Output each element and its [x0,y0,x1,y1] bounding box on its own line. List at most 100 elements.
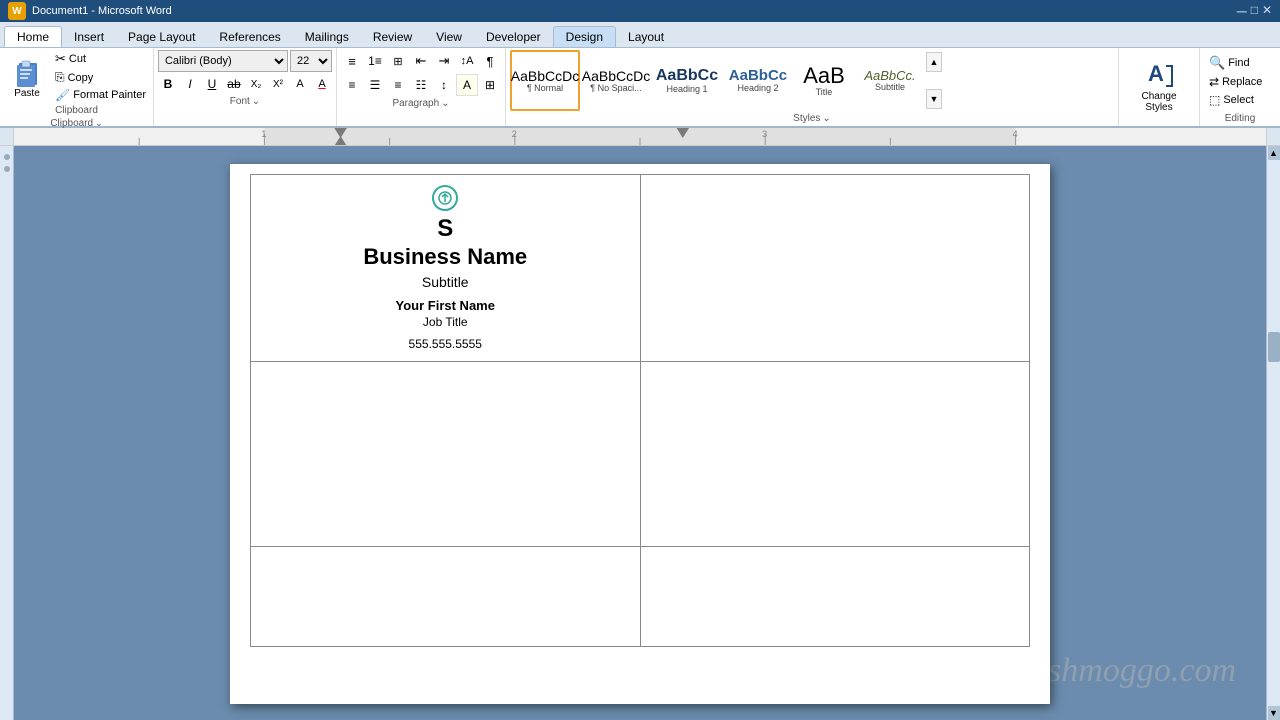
replace-label: Replace [1222,76,1262,88]
find-label: Find [1228,57,1249,69]
subscript-button[interactable]: X₂ [246,74,266,94]
style-title[interactable]: AaB Title [794,50,854,111]
decrease-indent-button[interactable]: ⇤ [410,50,432,72]
tab-developer[interactable]: Developer [474,27,553,47]
font-section-label: Font [230,96,250,107]
borders-button[interactable]: ⊞ [479,74,501,96]
font-expand-icon[interactable]: ⌄ [252,96,260,107]
card-phone: 555.555.5555 [409,337,482,351]
change-styles-button[interactable]: A Change Styles [1127,59,1191,115]
tab-insert[interactable]: Insert [62,27,116,47]
tab-mailings[interactable]: Mailings [293,27,361,47]
format-painter-button[interactable]: 🖌 Format Painter [52,87,149,103]
left-sidebar [0,146,14,720]
cut-button[interactable]: ✂ Cut [52,50,149,68]
bullets-button[interactable]: ≡ [341,50,363,72]
styles-scroll-up[interactable]: ▲ [926,52,942,72]
style-heading1[interactable]: AaBbCc Heading 1 [652,50,722,111]
show-para-button[interactable]: ¶ [479,50,501,72]
card-grid: S Business Name Subtitle Your First Name… [250,174,1030,647]
italic-button[interactable]: I [180,74,200,94]
shading-button[interactable]: A [456,74,478,96]
style-no-spacing-label: ¶ No Spaci... [590,83,641,93]
card-bot-right[interactable] [640,546,1030,646]
style-subtitle[interactable]: AaBbCc. Subtitle [855,50,925,111]
style-heading1-label: Heading 1 [666,84,707,94]
tab-view[interactable]: View [424,27,474,47]
ruler: 1 2 3 4 [14,128,1266,145]
superscript-button[interactable]: X² [268,74,288,94]
paragraph-expand-icon[interactable]: ⌄ [441,98,449,109]
select-label: Select [1223,94,1254,106]
style-heading1-preview: AaBbCc [656,68,718,84]
style-subtitle-label: Subtitle [875,82,905,92]
numbering-button[interactable]: 1≡ [364,50,386,72]
sort-button[interactable]: ↕A [456,50,478,72]
style-subtitle-preview: AaBbCc. [864,69,915,82]
tab-references[interactable]: References [207,27,292,47]
replace-button[interactable]: ⇄ Replace [1206,74,1274,90]
font-size-select[interactable]: 22 [290,50,332,72]
style-heading2-preview: AaBbCc [729,68,787,83]
copy-button[interactable]: ⎘ Copy [52,69,149,86]
tab-page-layout[interactable]: Page Layout [116,27,207,47]
card-mid-right[interactable] [640,361,1030,546]
font-family-select[interactable]: Calibri (Body) [158,50,288,72]
find-button[interactable]: 🔍 Find [1206,54,1274,72]
tab-layout[interactable]: Layout [616,27,676,47]
card-logo-circle [432,185,458,211]
card-top-right[interactable] [640,175,1030,362]
tab-review[interactable]: Review [361,27,424,47]
style-title-preview: AaB [803,65,845,87]
card-mid-left[interactable] [251,361,641,546]
multilevel-button[interactable]: ⊞ [387,50,409,72]
svg-text:A: A [1148,61,1164,86]
style-title-label: Title [816,87,833,97]
style-no-spacing[interactable]: AaBbCcDc ¶ No Spaci... [581,50,651,111]
styles-section-label: Styles [793,113,820,124]
paste-label: Paste [14,88,40,99]
card-top-left[interactable]: S Business Name Subtitle Your First Name… [251,175,641,362]
line-spacing-button[interactable]: ↕ [433,74,455,96]
align-left-button[interactable]: ≡ [341,74,363,96]
card-bot-left[interactable] [251,546,641,646]
svg-text:2: 2 [512,129,517,139]
style-normal-label: ¶ Normal [527,83,563,93]
justify-button[interactable]: ☷ [410,74,432,96]
styles-expand-icon[interactable]: ⌄ [822,113,830,124]
font-color-button[interactable]: A [312,74,332,94]
format-painter-label: Format Painter [73,89,146,101]
style-normal[interactable]: AaBbCcDc ¶ Normal [510,50,580,111]
copy-label: Copy [68,72,94,84]
increase-indent-button[interactable]: ⇥ [433,50,455,72]
text-effect-button[interactable]: A [290,74,310,94]
cut-label: Cut [69,53,86,65]
align-center-button[interactable]: ☰ [364,74,386,96]
underline-button[interactable]: U [202,74,222,94]
change-styles-icon: A [1144,61,1174,91]
tab-home[interactable]: Home [4,26,62,47]
svg-text:1: 1 [261,129,266,139]
paste-icon [13,55,41,87]
strikethrough-button[interactable]: ab [224,74,244,94]
paste-button[interactable]: Paste [4,50,50,103]
bold-button[interactable]: B [158,74,178,94]
card-business-name: Business Name [363,244,527,270]
editing-section-label: Editing [1225,113,1256,124]
card-your-name: Your First Name [396,298,495,313]
svg-text:4: 4 [1012,129,1017,139]
paragraph-section-label: Paragraph [392,98,439,109]
style-heading2[interactable]: AaBbCc Heading 2 [723,50,793,111]
watermark: shmoggo.com [1048,652,1236,690]
tab-design[interactable]: Design [553,26,616,47]
align-right-button[interactable]: ≡ [387,74,409,96]
document-page: S Business Name Subtitle Your First Name… [230,164,1050,704]
svg-text:3: 3 [762,129,767,139]
style-no-spacing-preview: AaBbCcDc [582,69,650,83]
style-normal-preview: AaBbCcDc [511,69,579,83]
clipboard-label: Clipboard [4,103,149,116]
style-heading2-label: Heading 2 [737,83,778,93]
select-button[interactable]: ⬚ Select [1206,92,1274,108]
styles-scroll-down[interactable]: ▼ [926,89,942,109]
right-scrollbar[interactable]: ▲ ▼ [1266,146,1280,720]
